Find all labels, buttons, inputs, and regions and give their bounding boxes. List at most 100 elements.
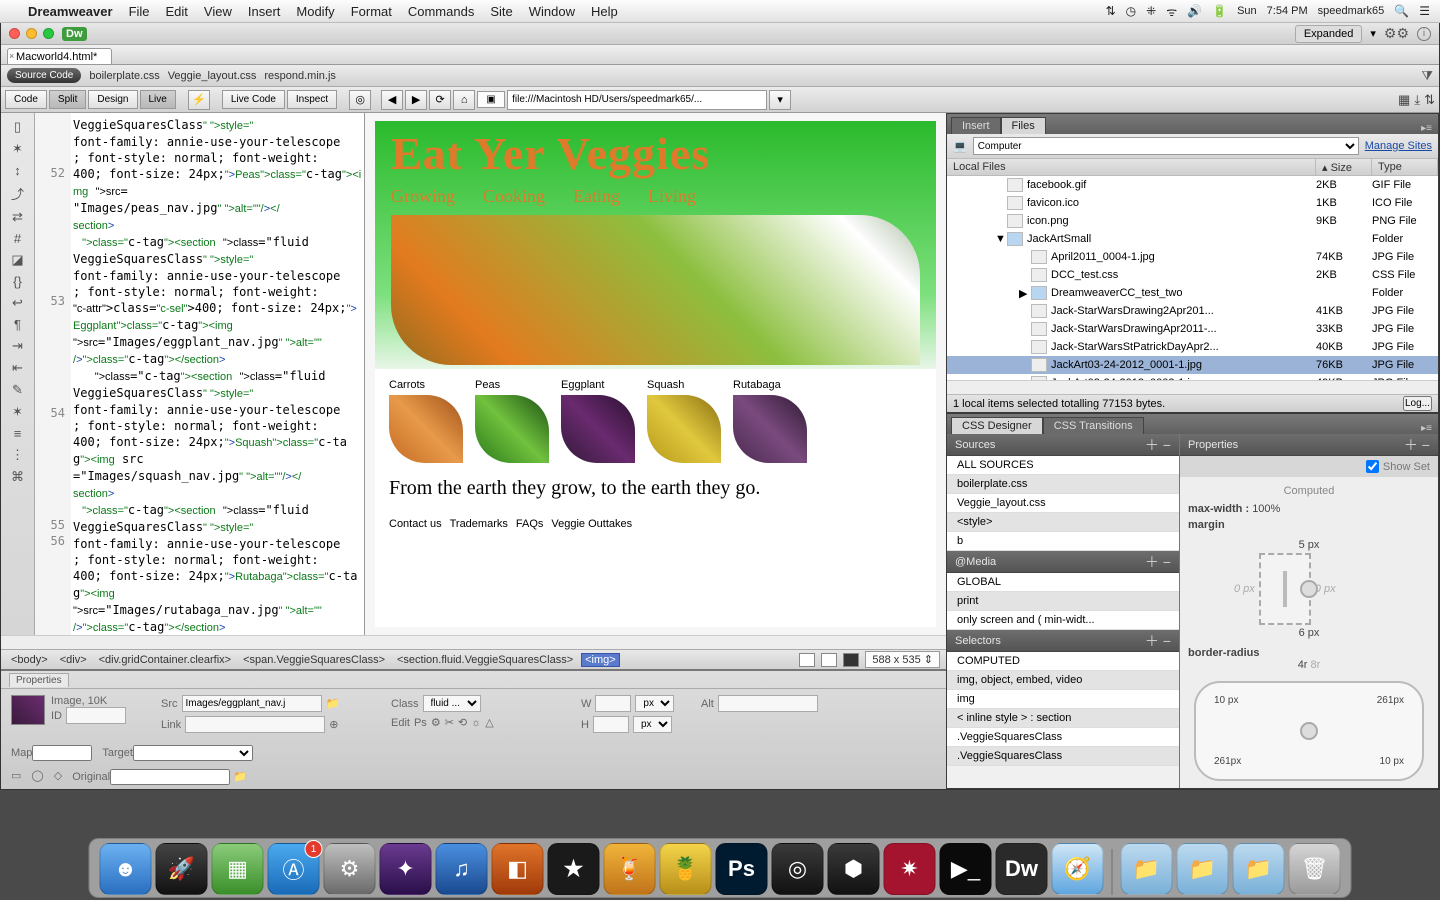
prop-w-unit[interactable]: px <box>635 695 674 712</box>
list-item[interactable]: <style> <box>947 513 1179 532</box>
move-css-icon[interactable]: ⌘ <box>11 469 24 485</box>
files-list[interactable]: facebook.gif2KBGIF Filefavicon.ico1KBICO… <box>947 176 1438 380</box>
hidden-chars-icon[interactable]: ¶ <box>14 317 21 332</box>
menu-commands[interactable]: Commands <box>400 4 482 19</box>
hotspot-pointer-icon[interactable]: ▭ <box>11 769 21 785</box>
refresh-icon[interactable]: ⟳ <box>429 90 451 110</box>
list-item[interactable]: b <box>947 532 1179 551</box>
file-row[interactable]: favicon.ico1KBICO File <box>947 194 1438 212</box>
list-item[interactable]: < inline style > : section <box>947 709 1179 728</box>
dock-launchpad[interactable]: 🚀 <box>156 843 208 895</box>
volume-icon[interactable]: 🔊 <box>1187 4 1202 18</box>
thumb-rutabaga[interactable] <box>733 395 807 463</box>
workspace-switcher[interactable]: Expanded <box>1295 25 1363 43</box>
site-dropdown[interactable]: Computer <box>973 137 1359 155</box>
panel-menu-icon[interactable]: ▸≡ <box>1415 123 1438 134</box>
menu-modify[interactable]: Modify <box>288 4 342 19</box>
footer-link[interactable]: Trademarks <box>450 518 508 530</box>
apply-comment-icon[interactable]: ✶ <box>12 404 23 420</box>
manage-sites-link[interactable]: Manage Sites <box>1365 140 1432 152</box>
list-item[interactable]: GLOBAL <box>947 573 1179 592</box>
css-designer-tab[interactable]: CSS Designer <box>951 417 1043 434</box>
prop-h-unit[interactable]: px <box>633 716 672 733</box>
selectors-list[interactable]: COMPUTEDimg, object, embed, videoimg< in… <box>947 652 1179 788</box>
battery-icon[interactable]: 🔋 <box>1212 4 1227 18</box>
list-item[interactable]: COMPUTED <box>947 652 1179 671</box>
design-canvas[interactable]: Eat Yer Veggies Growing Cooking Eating L… <box>365 113 946 635</box>
prop-map-input[interactable] <box>32 745 92 761</box>
crumb-selected[interactable]: <img> <box>581 653 620 667</box>
home-icon[interactable]: ⌂ <box>453 90 475 110</box>
related-file[interactable]: Veggie_layout.css <box>168 70 257 82</box>
insert-tab[interactable]: Insert <box>951 117 1001 134</box>
footer-link[interactable]: FAQs <box>516 518 544 530</box>
code-hscroll[interactable] <box>1 635 946 649</box>
phone-size-icon[interactable] <box>799 653 815 667</box>
list-item[interactable]: img, object, embed, video <box>947 671 1179 690</box>
menu-view[interactable]: View <box>196 4 240 19</box>
menubar-time[interactable]: 7:54 PM <box>1267 5 1308 17</box>
file-row[interactable]: icon.png9KBPNG File <box>947 212 1438 230</box>
address-protocol[interactable]: ▣ <box>477 91 505 108</box>
related-file[interactable]: boilerplate.css <box>89 70 159 82</box>
line-numbers-icon[interactable]: # <box>14 231 21 246</box>
notifications-icon[interactable]: ☰ <box>1419 4 1430 18</box>
dock-mathematica[interactable]: ✷ <box>884 843 936 895</box>
browse-icon[interactable]: 📁 <box>326 697 340 710</box>
dock-aperture[interactable]: ◎ <box>772 843 824 895</box>
related-file[interactable]: respond.min.js <box>264 70 336 82</box>
dock-dreamweaver[interactable]: Dw <box>996 843 1048 895</box>
file-row[interactable]: ▶DreamweaverCC_test_twoFolder <box>947 284 1438 302</box>
dock-folder[interactable]: 📁 <box>1121 843 1173 895</box>
log-button[interactable]: Log... <box>1403 396 1432 411</box>
edit-ps-icon[interactable]: Ps <box>414 717 427 729</box>
dock-safari[interactable]: 🧭 <box>1052 843 1104 895</box>
balance-braces-icon[interactable]: ⇄ <box>12 209 23 225</box>
menu-edit[interactable]: Edit <box>158 4 196 19</box>
window-size[interactable]: 588 x 535 ⇕ <box>865 651 940 668</box>
files-hscroll[interactable] <box>947 380 1438 394</box>
bluetooth-icon[interactable]: ⁜ <box>1146 4 1156 18</box>
resample-icon[interactable]: ⟲ <box>458 716 467 729</box>
max-width-value[interactable]: 100% <box>1252 503 1280 515</box>
server-debug-icon[interactable]: ◎ <box>349 90 371 110</box>
dock-photoshop[interactable]: Ps <box>716 843 768 895</box>
prop-w-input[interactable] <box>595 695 631 712</box>
zoom-button[interactable] <box>43 28 54 39</box>
file-row[interactable]: Jack-StarWarsDrawing2Apr201...41KBJPG Fi… <box>947 302 1438 320</box>
live-view-options-icon[interactable]: ⚡ <box>188 90 210 110</box>
outdent-icon[interactable]: ⇤ <box>12 360 23 376</box>
prop-src-input[interactable] <box>182 695 322 712</box>
menu-insert[interactable]: Insert <box>240 4 289 19</box>
sync-icon[interactable]: ⇅ <box>1106 4 1116 18</box>
menu-help[interactable]: Help <box>583 4 626 19</box>
thumb-carrots[interactable] <box>389 395 463 463</box>
parent-tag-icon[interactable]: ⤴ <box>11 184 24 203</box>
edit-settings-icon[interactable]: ⚙ <box>431 716 441 729</box>
inspect-button[interactable]: Inspect <box>287 90 337 109</box>
thumb-squash[interactable] <box>647 395 721 463</box>
prop-id-input[interactable] <box>66 707 126 724</box>
prop-alt-input[interactable] <box>718 695 818 712</box>
live-code-button[interactable]: Live Code <box>222 90 285 109</box>
settings-icon[interactable]: ⇅ <box>1424 92 1435 108</box>
filter-icon[interactable]: ⧩ <box>1421 68 1433 84</box>
list-item[interactable]: .VeggieSquaresClass <box>947 747 1179 766</box>
crumb[interactable]: <div.gridContainer.clearfix> <box>95 653 235 667</box>
desktop-size-icon[interactable] <box>843 653 859 667</box>
hotspot-rect-icon[interactable]: ◯ <box>31 769 43 785</box>
split-view-button[interactable]: Split <box>49 90 86 109</box>
highlight-icon[interactable]: ◪ <box>11 252 23 268</box>
back-icon[interactable]: ◀ <box>381 90 403 110</box>
point-to-file-icon[interactable]: ⊕ <box>329 718 338 731</box>
menu-file[interactable]: File <box>121 4 158 19</box>
add-prop-icon[interactable]: ＋ − <box>1404 435 1430 455</box>
margin-box-model[interactable]: 5 px 0 px 0 px 6 px <box>1234 539 1384 639</box>
close-tab-icon[interactable]: × <box>6 51 17 61</box>
list-item[interactable]: only screen and ( min-widt... <box>947 611 1179 630</box>
file-row[interactable]: JackArt03-24-2012_0001-1.jpg76KBJPG File <box>947 356 1438 374</box>
spotlight-icon[interactable]: 🔍 <box>1394 4 1409 18</box>
menubar-day[interactable]: Sun <box>1237 5 1257 17</box>
add-media-icon[interactable]: ＋ − <box>1145 552 1171 572</box>
format-icon[interactable]: ✎ <box>12 382 23 398</box>
